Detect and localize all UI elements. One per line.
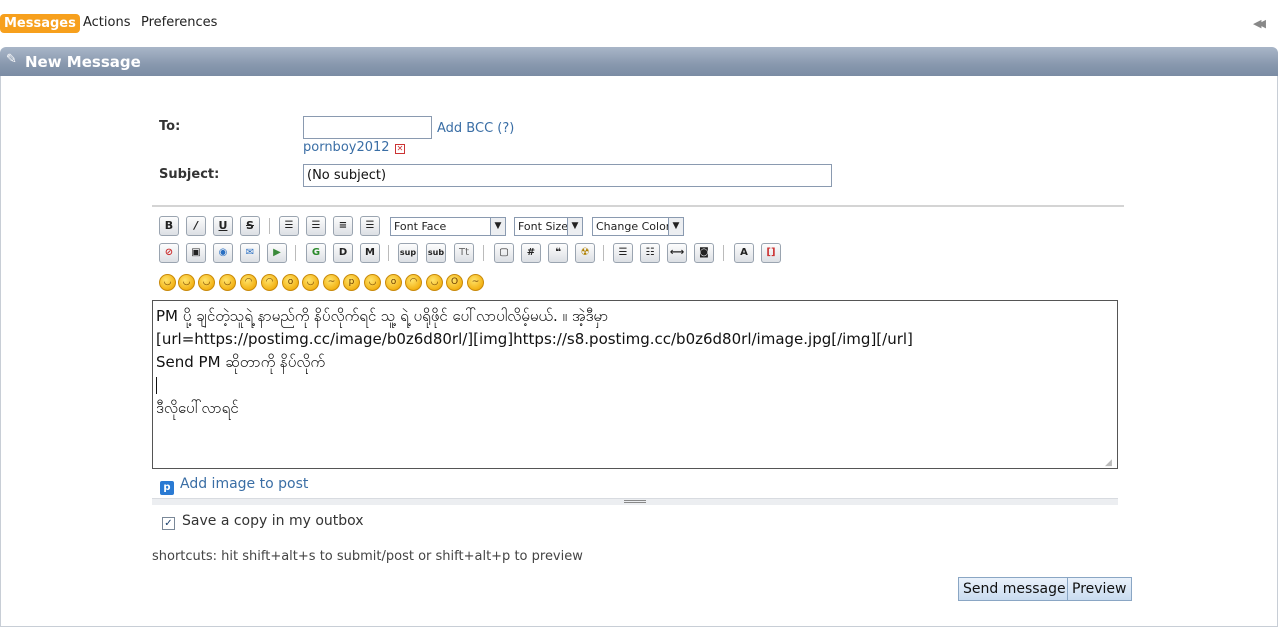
sad-icon[interactable]: ◠ xyxy=(240,274,257,291)
numbered-list-icon[interactable]: ☷ xyxy=(640,243,660,263)
smile-icon[interactable]: ◡ xyxy=(159,274,176,291)
bullet-list-icon[interactable]: ☰ xyxy=(613,243,633,263)
collapse-icon[interactable]: ◀◀ xyxy=(1253,17,1269,30)
font-size-label: Font Size xyxy=(518,220,569,233)
editor-line: [url=https://postimg.cc/image/b0z6d80rl/… xyxy=(156,330,913,348)
angry-icon[interactable]: ◠ xyxy=(405,274,422,291)
toolbar-separator xyxy=(388,245,389,261)
save-copy-checkbox[interactable]: ✓ xyxy=(162,517,175,530)
subject-label: Subject: xyxy=(159,167,220,182)
add-bcc-link[interactable]: Add BCC (?) xyxy=(437,121,514,136)
resize-grip-icon[interactable]: ◢ xyxy=(1105,458,1115,468)
font-face-label: Font Face xyxy=(394,220,447,233)
shocked-icon[interactable]: O xyxy=(446,274,463,291)
laugh-icon[interactable]: ◡ xyxy=(219,274,236,291)
editor-caret-line xyxy=(156,374,1114,397)
editor-line: Send PM ဆိုတာကို နိပ်လိုက် xyxy=(156,353,326,371)
subject-input[interactable] xyxy=(303,164,832,187)
align-justify-icon[interactable]: ☰ xyxy=(306,216,326,236)
tab-messages[interactable]: Messages xyxy=(0,14,80,33)
page-title: New Message xyxy=(25,53,141,71)
toolbar-separator xyxy=(483,245,484,261)
video-icon[interactable]: ▶ xyxy=(267,243,287,263)
grin-icon[interactable]: ◡ xyxy=(198,274,215,291)
add-image-link[interactable]: p Add image to post xyxy=(160,476,308,495)
save-copy-row[interactable]: ✓ Save a copy in my outbox xyxy=(162,513,364,530)
to-label: To: xyxy=(159,119,181,134)
email-icon[interactable]: ✉ xyxy=(240,243,260,263)
editor-resize-bar[interactable] xyxy=(152,498,1118,505)
bold-button[interactable]: B xyxy=(159,216,179,236)
chevron-down-icon: ▼ xyxy=(668,218,683,235)
radiation-icon[interactable]: ☢ xyxy=(575,243,595,263)
top-nav: Messages Actions Preferences ◀◀ xyxy=(0,12,1280,34)
spellcheck-icon[interactable]: A xyxy=(734,243,754,263)
font-size-select[interactable]: Font Size ▼ xyxy=(514,217,583,236)
globe-link-icon[interactable]: ◉ xyxy=(213,243,233,263)
subscript-button[interactable]: sub xyxy=(426,243,446,263)
tag-d-icon[interactable]: D xyxy=(333,243,353,263)
underline-button[interactable]: U xyxy=(213,216,233,236)
preview-button[interactable]: Preview xyxy=(1067,577,1132,601)
drag-handle-icon xyxy=(624,500,646,503)
font-face-select[interactable]: Font Face ▼ xyxy=(390,217,506,236)
tab-preferences[interactable]: Preferences xyxy=(141,15,217,30)
horizontal-rule-icon[interactable]: ⟷ xyxy=(667,243,687,263)
code-hash-button[interactable]: # xyxy=(521,243,541,263)
cool-icon[interactable]: ◡ xyxy=(302,274,319,291)
send-message-button[interactable]: Send message xyxy=(958,577,1071,601)
align-left-icon[interactable]: ☰ xyxy=(279,216,299,236)
editor-line: PM ပို့ ချင်တဲ့သူရဲ့ နာမည်ကို နိပ်လိုက်ရ… xyxy=(156,307,609,325)
save-copy-label: Save a copy in my outbox xyxy=(182,513,364,529)
toolbar-separator xyxy=(295,245,296,261)
text-caret xyxy=(156,377,157,394)
typewriter-button[interactable]: Tt xyxy=(454,243,474,263)
google-icon[interactable]: G xyxy=(306,243,326,263)
editor-line: ဒီလိုပေါ်လာရင် xyxy=(156,399,239,417)
sick-icon[interactable]: ~ xyxy=(467,274,484,291)
divider xyxy=(152,205,1124,207)
color-select[interactable]: Change Color ▼ xyxy=(592,217,684,236)
camera-icon[interactable]: ◙ xyxy=(694,243,714,263)
strike-button[interactable]: S xyxy=(240,216,260,236)
eek-icon[interactable]: o xyxy=(385,274,402,291)
align-right-icon[interactable]: ☰ xyxy=(360,216,380,236)
toolbar-separator xyxy=(723,245,724,261)
remove-recipient-icon[interactable]: ✕ xyxy=(395,144,405,154)
new-message-icon: ✎ xyxy=(6,52,17,67)
italic-button[interactable]: / xyxy=(186,216,206,236)
table-icon[interactable]: ▢ xyxy=(494,243,514,263)
to-input[interactable] xyxy=(303,116,432,139)
surprised-icon[interactable]: o xyxy=(282,274,299,291)
tongue-icon[interactable]: p xyxy=(343,274,360,291)
rolleyes-icon[interactable]: ◡ xyxy=(426,274,443,291)
shortcuts-hint: shortcuts: hit shift+alt+s to submit/pos… xyxy=(152,549,583,564)
flash-icon[interactable]: ⊘ xyxy=(159,243,179,263)
frown-icon[interactable]: ◠ xyxy=(261,274,278,291)
source-toggle-icon[interactable]: [] xyxy=(761,243,781,263)
toolbar-separator xyxy=(269,218,270,234)
blush-icon[interactable]: ◡ xyxy=(364,274,381,291)
chevron-down-icon: ▼ xyxy=(490,218,505,235)
postimage-icon: p xyxy=(160,481,174,495)
confused-icon[interactable]: ~ xyxy=(323,274,340,291)
window-titlebar: ✎ New Message xyxy=(0,47,1278,76)
color-label: Change Color xyxy=(596,220,671,233)
align-center-icon[interactable]: ≡ xyxy=(333,216,353,236)
recipient-chip[interactable]: pornboy2012 xyxy=(303,140,390,155)
quote-icon[interactable]: ❝ xyxy=(548,243,568,263)
toolbar-separator xyxy=(603,245,604,261)
image-icon[interactable]: ▣ xyxy=(186,243,206,263)
message-editor[interactable]: PM ပို့ ချင်တဲ့သူရဲ့ နာမည်ကို နိပ်လိုက်ရ… xyxy=(152,300,1118,469)
superscript-button[interactable]: sup xyxy=(398,243,418,263)
add-image-label: Add image to post xyxy=(180,476,309,492)
wink-icon[interactable]: ◡ xyxy=(178,274,195,291)
tab-actions[interactable]: Actions xyxy=(83,15,131,30)
chevron-down-icon: ▼ xyxy=(567,218,582,235)
markdown-icon[interactable]: M xyxy=(360,243,380,263)
